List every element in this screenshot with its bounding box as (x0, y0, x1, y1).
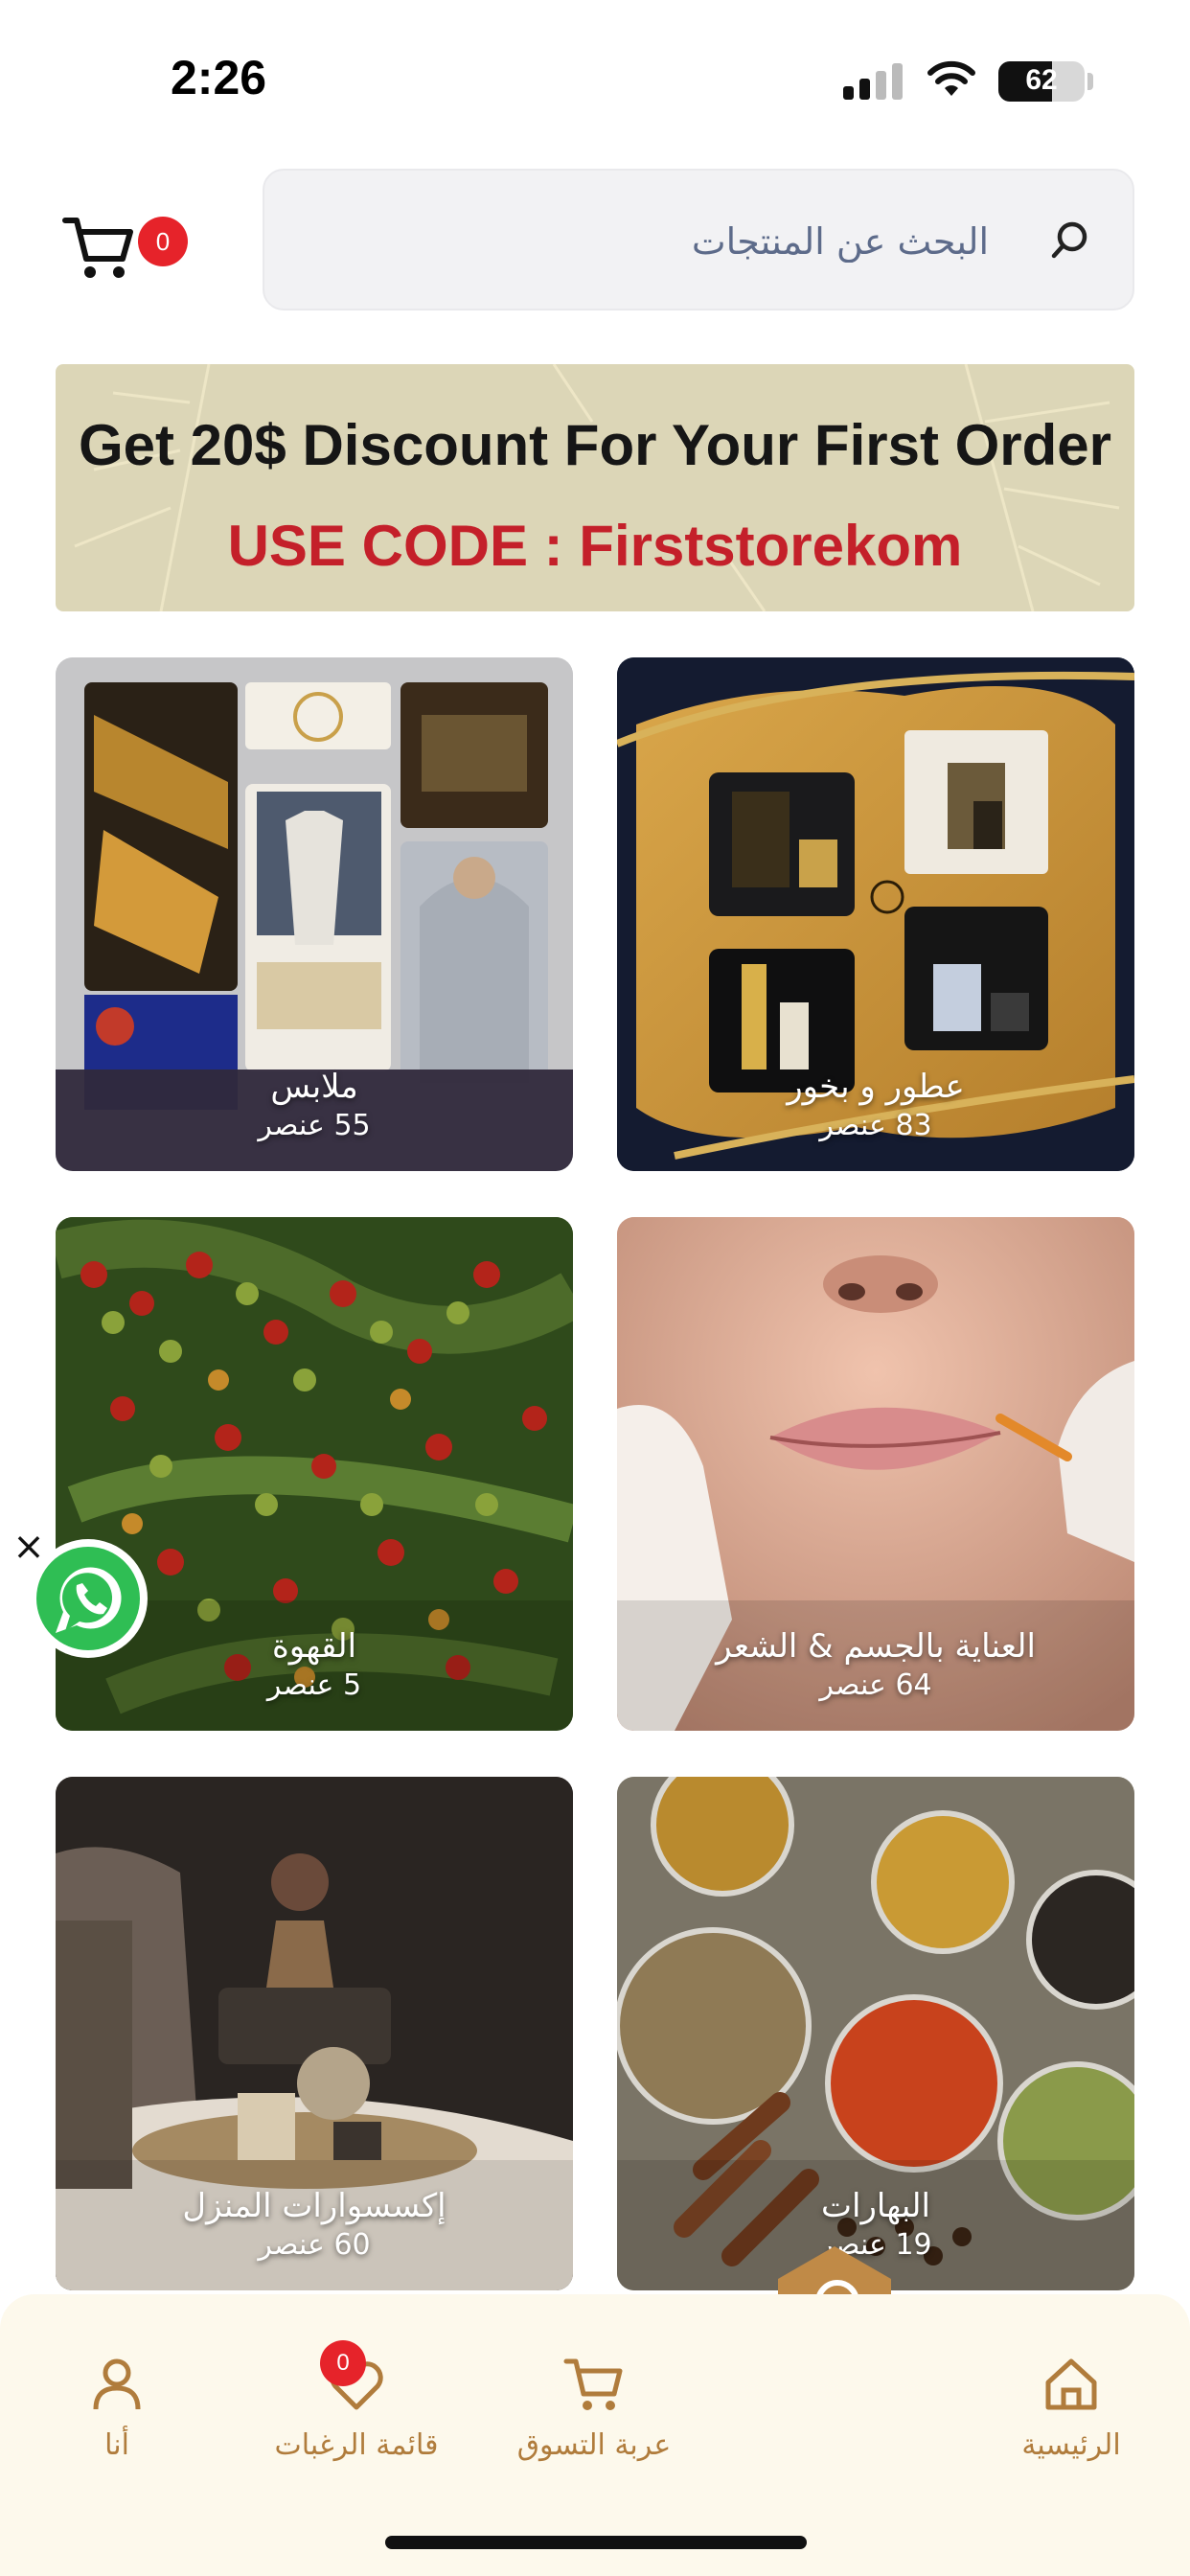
battery-tip (1087, 73, 1093, 90)
category-card-spices[interactable]: البهارات 19 عنصر (617, 1777, 1134, 2290)
user-icon (93, 2358, 141, 2410)
category-count: 83 عنصر (819, 1109, 932, 1142)
nav-item-profile[interactable]: أنا (21, 2354, 213, 2462)
category-title: عطور و بخور (787, 1068, 965, 1106)
wifi-icon (927, 60, 975, 96)
battery-percentage: 62 (1025, 64, 1058, 96)
home-indicator (385, 2536, 807, 2549)
nav-label: قائمة الرغبات (274, 2428, 439, 2462)
cellular-signal-icon (843, 63, 903, 100)
category-title: العناية بالجسم & الشعر (716, 1627, 1036, 1666)
category-count: 64 عنصر (819, 1668, 932, 1702)
category-card-perfumes[interactable]: عطور و بخور 83 عنصر (617, 657, 1134, 1171)
home-icon (1045, 2358, 1097, 2410)
cart-count-badge: 0 (138, 217, 188, 266)
search-input[interactable] (293, 213, 989, 270)
cart-icon (62, 218, 133, 278)
bottom-navigation: الرئيسية عربة التسوق 0 قائمة الرغبات أنا (0, 2294, 1190, 2576)
category-title: ملابس (270, 1068, 358, 1106)
category-card-body-hair-care[interactable]: العناية بالجسم & الشعر 64 عنصر (617, 1217, 1134, 1731)
promo-headline: Get 20$ Discount For Your First Order (78, 413, 1111, 477)
whatsapp-icon[interactable] (27, 1537, 149, 1660)
nav-item-home[interactable]: الرئيسية (975, 2354, 1167, 2462)
cart-icon (563, 2358, 623, 2410)
status-bar: 2:26 62 (0, 0, 1190, 153)
battery-icon: 62 (998, 61, 1085, 102)
header-cart-button[interactable]: 0 (59, 203, 194, 289)
promo-code: USE CODE : Firststorekom (227, 514, 963, 578)
category-title: إكسسوارات المنزل (182, 2187, 446, 2225)
promo-banner[interactable]: Get 20$ Discount For Your First Order US… (56, 364, 1134, 611)
nav-item-cart[interactable]: عربة التسوق (498, 2354, 690, 2462)
nav-label: الرئيسية (1021, 2428, 1121, 2462)
nav-label: عربة التسوق (516, 2428, 672, 2462)
category-card-clothes[interactable]: ملابس 55 عنصر (56, 657, 573, 1171)
nav-item-wishlist[interactable]: 0 قائمة الرغبات (261, 2340, 452, 2462)
category-count: 55 عنصر (258, 1109, 371, 1142)
status-time: 2:26 (171, 51, 267, 104)
category-count: 5 عنصر (266, 1668, 362, 1702)
category-title: البهارات (821, 2187, 930, 2225)
category-card-home-accessories[interactable]: إكسسوارات المنزل 60 عنصر (56, 1777, 573, 2290)
search-icon (1051, 221, 1087, 259)
search-bar[interactable] (263, 169, 1134, 310)
category-count: 60 عنصر (258, 2228, 371, 2262)
wishlist-count-badge: 0 (320, 2340, 366, 2386)
nav-label: أنا (104, 2428, 129, 2462)
